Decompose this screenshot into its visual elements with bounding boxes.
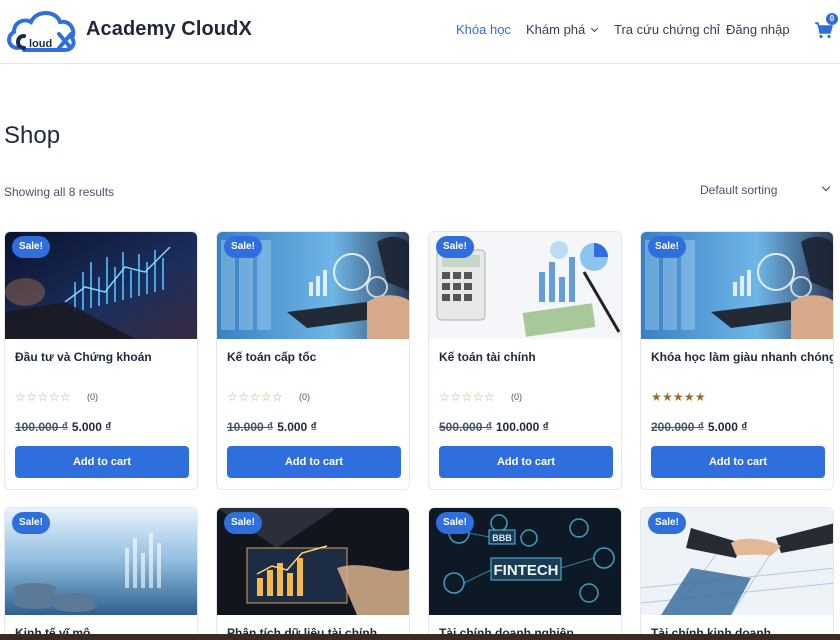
result-count: Showing all 8 results (4, 185, 115, 199)
product-image[interactable]: Sale! (217, 508, 409, 615)
rating-count: (0) (87, 392, 98, 402)
sale-badge: Sale! (12, 512, 50, 534)
site-title[interactable]: Academy CloudX (86, 18, 252, 41)
sale-price: 100.000 ₫ (495, 420, 549, 434)
chevron-down-icon (821, 182, 831, 192)
product-card[interactable]: Sale! Kinh tế vĩ mô (4, 507, 198, 640)
product-card[interactable]: Sale! Kế toán cấp tốc ☆☆☆☆☆ (0) 10.000 ₫… (216, 231, 410, 490)
cart-count-badge: 0 (826, 13, 838, 25)
rating-count: (0) (511, 392, 522, 402)
product-price: 200.000 ₫ 5.000 ₫ (651, 420, 747, 434)
product-price: 500.000 ₫ 100.000 ₫ (439, 420, 549, 434)
page-bottom-edge (0, 634, 840, 640)
sale-badge: Sale! (224, 236, 262, 258)
product-card[interactable]: Sale! Khóa học làm giàu nhanh chóng ★★★★… (640, 231, 834, 490)
nav-item-tra-cuu-chung-chi[interactable]: Tra cứu chứng chỉ (614, 22, 720, 37)
sale-badge: Sale! (224, 512, 262, 534)
product-title[interactable]: Kế toán cấp tốc (227, 350, 407, 364)
add-to-cart-button[interactable]: Add to cart (15, 446, 189, 478)
add-to-cart-button[interactable]: Add to cart (227, 446, 401, 478)
sale-badge: Sale! (436, 512, 474, 534)
product-title[interactable]: Đầu tư và Chứng khoán (15, 350, 195, 364)
product-image[interactable]: BBB FINTECH Sale! (429, 508, 621, 615)
sale-price: 5.000 ₫ (71, 420, 112, 434)
sale-badge: Sale! (436, 236, 474, 258)
fintech-image-text: FINTECH (494, 562, 559, 579)
nav-item-kham-pha[interactable]: Khám phá (526, 22, 599, 37)
rating-stars-full: ★★★★★ (651, 390, 706, 404)
product-image[interactable]: Sale! (217, 232, 409, 339)
product-card[interactable]: Sale! Kế toán tài chính ☆☆☆☆☆ (0) 500.00… (428, 231, 622, 490)
rating-stars-empty: ☆☆☆☆☆ (227, 390, 284, 404)
svg-text:BBB: BBB (492, 533, 512, 543)
rating-count: (0) (299, 392, 310, 402)
sale-price: 5.000 ₫ (277, 420, 317, 434)
nav-item-khoa-hoc[interactable]: Khóa học (456, 22, 511, 37)
sale-price: 5.000 ₫ (707, 420, 748, 434)
product-image[interactable]: Sale! (5, 508, 197, 615)
nav-item-dang-nhap[interactable]: Đăng nhập (726, 22, 790, 37)
sale-badge: Sale! (648, 236, 686, 258)
product-card[interactable]: Sale! Phân tích dữ liệu tài chính (216, 507, 410, 640)
product-image[interactable]: Sale! (429, 232, 621, 339)
product-card[interactable]: BBB FINTECH Sale! Tài chính doanh nghiệp (428, 507, 622, 640)
product-image[interactable]: Sale! (641, 232, 833, 339)
rating-stars-empty: ☆☆☆☆☆ (439, 390, 496, 404)
sorting-select[interactable]: Default sorting (700, 182, 834, 201)
site-header: loud Academy CloudX Khóa học Khám phá Tr… (0, 0, 840, 64)
product-price: 10.000 ₫ 5.000 ₫ (227, 420, 317, 434)
old-price: 100.000 ₫ (15, 420, 68, 434)
add-to-cart-button[interactable]: Add to cart (439, 446, 613, 478)
sale-badge: Sale! (648, 512, 686, 534)
product-card[interactable]: Sale! Đầu tư và Chứng khoán ☆☆☆☆☆ (0) 10… (4, 231, 198, 490)
add-to-cart-button[interactable]: Add to cart (651, 446, 825, 478)
logo-text: loud (29, 38, 52, 50)
sale-badge: Sale! (12, 236, 50, 258)
product-card[interactable]: Sale! Tài chính kinh doanh (640, 507, 834, 640)
cloud-logo-icon[interactable]: loud (4, 6, 78, 56)
product-image[interactable]: Sale! (5, 232, 197, 339)
product-title[interactable]: Khóa học làm giàu nhanh chóng (651, 350, 833, 364)
old-price: 200.000 ₫ (651, 420, 704, 434)
product-image[interactable]: Sale! (641, 508, 833, 615)
rating-stars-empty: ☆☆☆☆☆ (15, 390, 72, 404)
product-title[interactable]: Kế toán tài chính (439, 350, 619, 364)
sorting-label: Default sorting (700, 183, 778, 197)
old-price: 500.000 ₫ (439, 420, 492, 434)
old-price: 10.000 ₫ (227, 420, 274, 434)
chevron-down-icon (591, 24, 599, 33)
product-price: 100.000 ₫ 5.000 ₫ (15, 420, 111, 434)
page-title: Shop (4, 122, 61, 149)
